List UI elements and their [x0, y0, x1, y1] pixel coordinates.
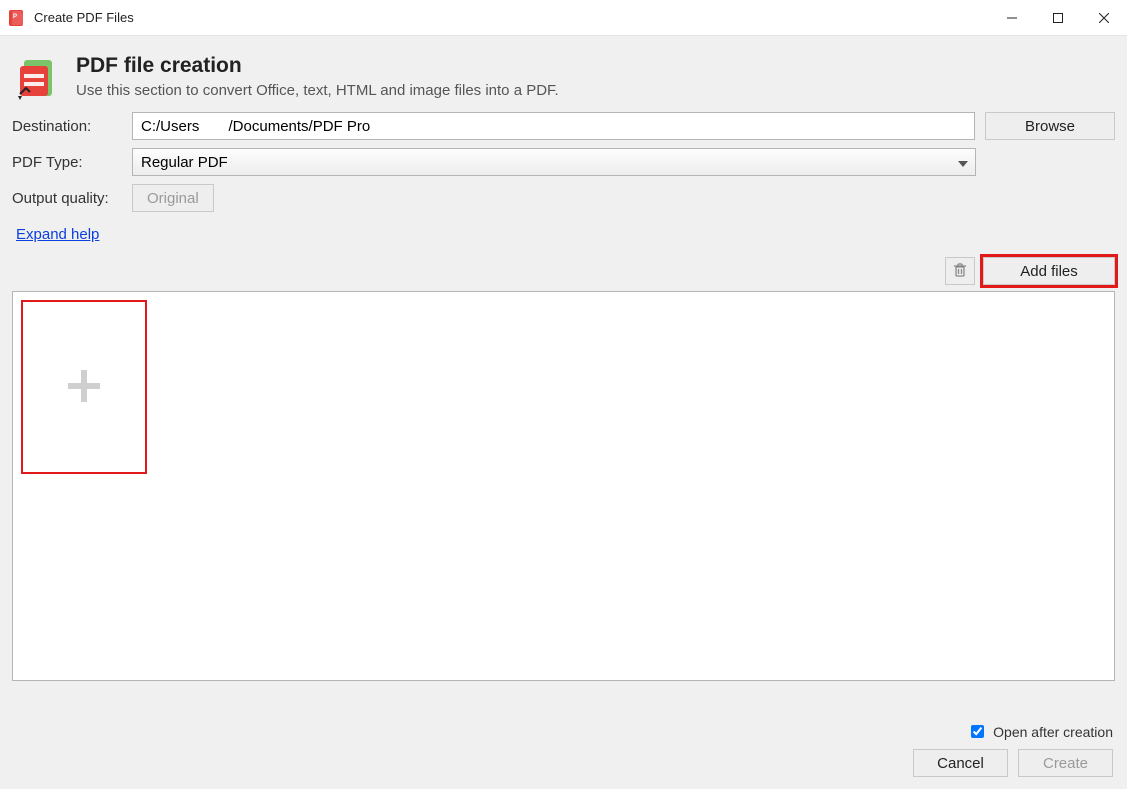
- svg-text:P: P: [13, 14, 17, 20]
- pdf-type-select-wrap: Regular PDF: [132, 148, 976, 176]
- create-button: Create: [1018, 749, 1113, 777]
- pdf-creation-icon: [14, 54, 62, 102]
- plus-icon: [62, 364, 106, 411]
- destination-row: Destination: Browse: [12, 112, 1115, 140]
- open-after-creation-label: Open after creation: [993, 724, 1113, 740]
- add-files-button[interactable]: Add files: [983, 257, 1115, 285]
- page-subtitle: Use this section to convert Office, text…: [76, 82, 559, 99]
- footer-buttons: Cancel Create: [913, 749, 1113, 777]
- output-quality-row: Output quality: Original: [12, 184, 1115, 212]
- destination-input[interactable]: [132, 112, 975, 140]
- window-controls: [989, 0, 1127, 35]
- cancel-button[interactable]: Cancel: [913, 749, 1008, 777]
- destination-label: Destination:: [12, 118, 122, 135]
- browse-button[interactable]: Browse: [985, 112, 1115, 140]
- open-after-creation-checkbox[interactable]: Open after creation: [967, 722, 1113, 741]
- add-file-tile[interactable]: [21, 300, 147, 474]
- window-title: Create PDF Files: [34, 10, 134, 25]
- app-icon: P: [8, 9, 26, 27]
- form-area: Destination: Browse PDF Type: Regular PD…: [0, 112, 1127, 243]
- dialog-footer: Open after creation Cancel Create: [0, 714, 1127, 789]
- file-list-pane: [12, 291, 1115, 681]
- header-text: PDF file creation Use this section to co…: [76, 54, 559, 99]
- output-quality-label: Output quality:: [12, 190, 122, 207]
- page-title: PDF file creation: [76, 54, 559, 78]
- delete-button[interactable]: [945, 257, 975, 285]
- pdf-type-select[interactable]: Regular PDF: [132, 148, 976, 176]
- trash-icon: [952, 262, 968, 281]
- close-button[interactable]: [1081, 0, 1127, 35]
- pdf-type-row: PDF Type: Regular PDF: [12, 148, 1115, 176]
- maximize-button[interactable]: [1035, 0, 1081, 35]
- expand-help-link[interactable]: Expand help: [16, 226, 99, 243]
- pdf-type-label: PDF Type:: [12, 154, 122, 171]
- output-quality-button: Original: [132, 184, 214, 212]
- minimize-button[interactable]: [989, 0, 1035, 35]
- window-titlebar: P Create PDF Files: [0, 0, 1127, 36]
- file-toolbar: Add files: [0, 243, 1127, 291]
- open-after-creation-input[interactable]: [971, 725, 984, 738]
- page-header: PDF file creation Use this section to co…: [0, 36, 1127, 112]
- client-area: PDF file creation Use this section to co…: [0, 36, 1127, 789]
